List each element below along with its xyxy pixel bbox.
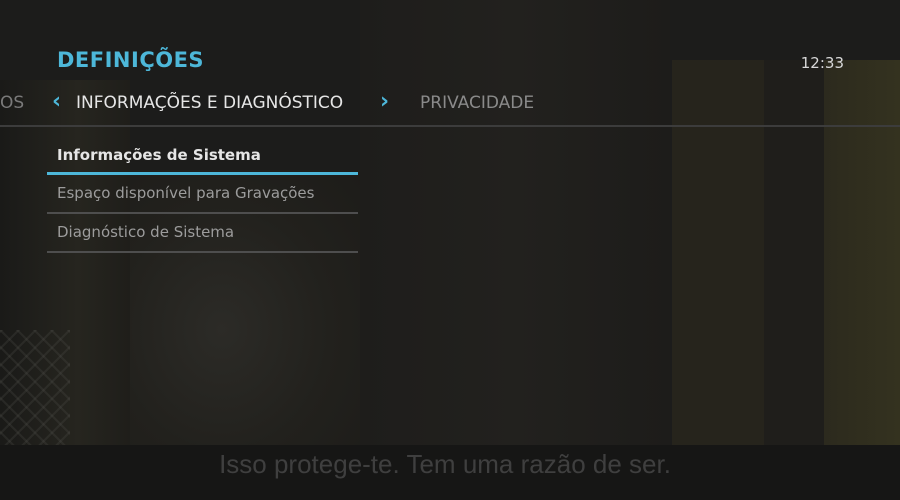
settings-menu: Informações de Sistema Espaço disponível… [47, 137, 358, 253]
menu-item-label: Informações de Sistema [57, 146, 261, 164]
menu-item-label: Espaço disponível para Gravações [57, 184, 315, 202]
tab-bar: OS ‹ INFORMAÇÕES E DIAGNÓSTICO › PRIVACI… [0, 89, 900, 119]
tab-previous[interactable]: OS [0, 93, 24, 113]
tab-next[interactable]: PRIVACIDADE [420, 93, 534, 113]
background-panel [360, 0, 670, 500]
chevron-left-icon[interactable]: ‹ [52, 89, 61, 114]
divider [0, 125, 900, 127]
menu-item-recording-space[interactable]: Espaço disponível para Gravações [47, 175, 358, 214]
tab-active[interactable]: INFORMAÇÕES E DIAGNÓSTICO [76, 93, 343, 113]
menu-item-system-diagnostics[interactable]: Diagnóstico de Sistema [47, 214, 358, 253]
menu-item-label: Diagnóstico de Sistema [57, 223, 235, 241]
menu-item-system-info[interactable]: Informações de Sistema [47, 137, 358, 175]
chevron-right-icon[interactable]: › [380, 89, 389, 114]
video-subtitle: Isso protege-te. Tem uma razão de ser. [219, 449, 671, 479]
background-fence [0, 330, 70, 450]
clock: 12:33 [800, 54, 844, 72]
page-title: DEFINIÇÕES [57, 48, 205, 72]
